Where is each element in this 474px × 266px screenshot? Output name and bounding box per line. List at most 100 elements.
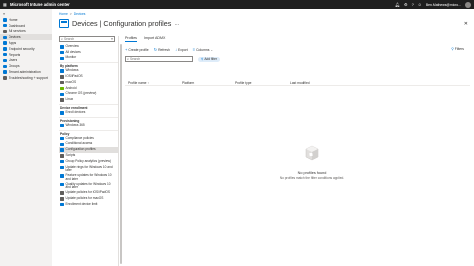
main-area: Home > Devices Devices | Configuration p…	[52, 9, 474, 266]
menu-item-icon	[60, 92, 64, 97]
nav-collapse-button[interactable]: «	[0, 10, 52, 17]
menu-item-icon	[60, 123, 64, 128]
menu-item-icon	[60, 165, 64, 170]
menu-item-icon	[60, 191, 64, 195]
menu-item-icon	[60, 202, 64, 207]
nav-icon	[3, 52, 7, 57]
add-filter-button[interactable]: ⚲ Add filter	[198, 56, 220, 62]
app-title[interactable]: Microsoft Intune admin center	[10, 2, 70, 7]
menu-item-icon	[60, 159, 64, 164]
refresh-button[interactable]: ↻ Refresh	[154, 47, 170, 52]
add-filter-icon: ⚲	[201, 57, 204, 61]
menu-item-feature-updates-for-windows-10-and-later[interactable]: Feature updates for Windows 10 and later	[59, 173, 118, 181]
breadcrumb-home[interactable]: Home	[59, 12, 68, 16]
nav-icon	[3, 29, 7, 34]
column-profile-name[interactable]: Profile name ↑	[128, 81, 149, 85]
nav-item-label: Apps	[8, 41, 17, 46]
menu-item-icon	[60, 80, 64, 85]
menu-item-quality-updates-for-windows-10-and-later[interactable]: Quality updates for Windows 10 and later	[59, 182, 118, 190]
avatar[interactable]	[465, 1, 471, 8]
menu-item-label: Feature updates for Windows 10 and later	[65, 173, 112, 181]
more-options-button[interactable]: …	[174, 21, 179, 27]
settings-icon[interactable]: ⚙	[404, 2, 408, 7]
menu-item-label: Compliance policies	[65, 135, 94, 140]
profiles-search-input[interactable]	[130, 57, 191, 61]
nav-icon	[3, 47, 7, 51]
menu-search-input[interactable]	[64, 37, 109, 41]
menu-collapse-button[interactable]: «	[111, 37, 113, 41]
menu-item-label: Linux	[65, 97, 74, 102]
user-account[interactable]: Ben.Mathews@micro...	[426, 3, 461, 7]
nav-icon	[3, 18, 7, 22]
tab-import-admx[interactable]: Import ADMX	[144, 36, 165, 41]
menu-item-update-rings-for-windows-10-and-later[interactable]: Update rings for Windows 10 and later	[59, 165, 118, 173]
nav-icon	[3, 76, 7, 80]
menu-item-icon	[60, 56, 64, 61]
columns-button[interactable]: ≡ Columns ⌄	[193, 47, 213, 52]
nav-item-troubleshooting-support[interactable]: Troubleshooting + support	[0, 75, 52, 81]
menu-item-icon	[60, 136, 64, 141]
menu-item-icon	[60, 142, 64, 147]
menu-item-enrollment-device-limit[interactable]: Enrollment device limit	[59, 202, 118, 208]
content-pane: Profiles Import ADMX + Create profile ↻ Re…	[122, 36, 474, 266]
create-profile-button[interactable]: + Create profile	[125, 47, 149, 52]
menu-item-windows-365[interactable]: Windows 365	[59, 123, 118, 129]
menu-item-icon	[60, 98, 64, 102]
menu-item-label: Quality updates for Windows 10 and later	[65, 181, 111, 190]
nav-icon	[3, 70, 7, 74]
tab-profiles[interactable]: Profiles	[125, 36, 137, 42]
add-filter-label: Add filter	[204, 57, 217, 61]
breadcrumb-devices[interactable]: Devices	[74, 12, 86, 16]
menu-item-label: Windows 365	[65, 122, 85, 127]
menu-item-monitor[interactable]: Monitor	[59, 56, 118, 62]
menu-item-label: Enroll devices	[65, 110, 86, 115]
menu-item-icon	[60, 197, 64, 201]
export-button[interactable]: ↓ Export	[175, 47, 188, 52]
help-icon[interactable]: ?	[412, 2, 414, 7]
notifications-icon[interactable]: 🔔︎	[395, 2, 400, 7]
empty-box-icon	[305, 145, 319, 161]
nav-item-label: Tenant administration	[8, 70, 41, 75]
menu-item-label: All devices	[65, 49, 81, 54]
menu-item-icon	[60, 50, 64, 55]
column-platform[interactable]: Platform	[182, 81, 194, 85]
feedback-icon[interactable]: ☺	[418, 2, 422, 7]
page-header: Devices | Configuration profiles …	[59, 19, 179, 28]
search-row: ⌕ ⚲Add filter	[122, 56, 474, 62]
menu-item-icon	[60, 69, 64, 73]
menu-item-icon	[60, 45, 64, 49]
configuration-profiles-icon	[59, 19, 69, 28]
menu-list: Overview All devices Monitor By platform Win…	[59, 44, 118, 208]
export-label: Export	[177, 47, 188, 52]
search-icon: ⌕	[61, 37, 64, 41]
nav-item-label: All services	[8, 29, 26, 34]
menu-item-enroll-devices[interactable]: Enroll devices	[59, 110, 118, 116]
menu-item-label: Chrome OS (preview)	[65, 91, 97, 96]
menu-item-label: Update rings for Windows 10 and later	[65, 164, 113, 173]
close-icon[interactable]: ✕	[464, 21, 468, 27]
menu-item-linux[interactable]: Linux	[59, 97, 118, 103]
menu-item-label: Android	[65, 85, 77, 90]
filters-button[interactable]: ⚲ Filters	[451, 47, 464, 51]
column-profile-type[interactable]: Profile type	[235, 81, 252, 85]
menu-item-icon	[60, 111, 64, 115]
nav-item-label: Reports	[8, 52, 21, 57]
waffle-icon[interactable]: ▦	[3, 2, 7, 7]
page-title: Devices | Configuration profiles	[72, 19, 172, 28]
breadcrumb: Home > Devices	[59, 12, 85, 16]
empty-state: No profiles found No profiles match the …	[272, 145, 352, 180]
menu-item-label: Conditional access	[65, 141, 93, 146]
menu-item-label: iOS/iPadOS	[65, 74, 83, 79]
nav-item-label: Endpoint security	[8, 46, 35, 51]
columns-label: Columns	[196, 47, 210, 52]
topbar-actions: 🔔︎ ⚙ ? ☺ Ben.Mathews@micro...	[395, 1, 471, 8]
menu-item-icon	[60, 86, 64, 91]
menu-item-label: Enrollment device limit	[65, 201, 98, 206]
search-icon: ⌕	[127, 57, 130, 61]
menu-item-label: Windows	[65, 68, 79, 73]
column-last-modified[interactable]: Last modified	[290, 81, 310, 85]
columns-icon: ≡	[192, 47, 196, 52]
menu-search-box: ⌕ «	[59, 36, 115, 42]
nav-icon	[3, 23, 7, 28]
nav-item-label: Devices	[8, 35, 21, 40]
